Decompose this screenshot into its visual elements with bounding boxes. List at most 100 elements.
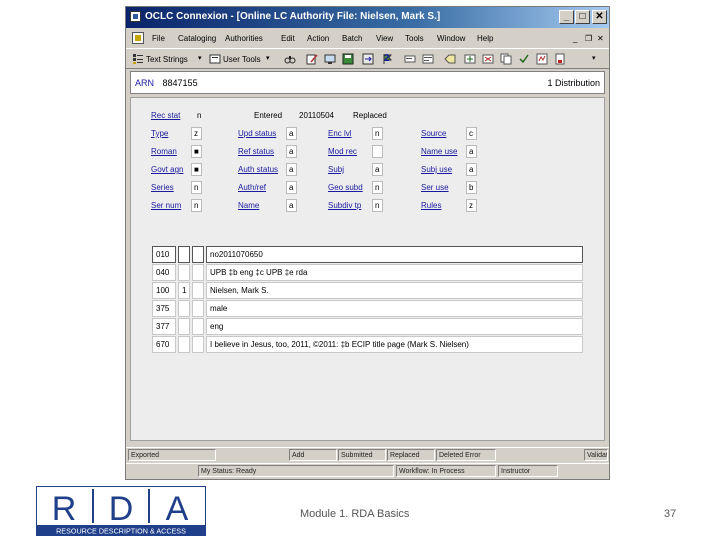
ff-box[interactable] bbox=[372, 145, 383, 158]
ff-value-roman[interactable]: ■ bbox=[194, 147, 199, 156]
delete-icon[interactable] bbox=[482, 53, 494, 65]
ff-value-govt-agn[interactable]: ■ bbox=[194, 165, 199, 174]
doc-minimize-button[interactable]: _ bbox=[573, 34, 577, 43]
ff-value-name[interactable]: a bbox=[289, 201, 293, 210]
field-data[interactable]: eng bbox=[206, 318, 583, 335]
field-ind1[interactable] bbox=[178, 246, 190, 263]
menu-cataloging[interactable]: Cataloging bbox=[178, 34, 216, 43]
insert-icon[interactable] bbox=[464, 53, 476, 65]
user-tools-dropdown[interactable]: ▾ bbox=[266, 54, 270, 62]
ff-label-roman[interactable]: Roman bbox=[151, 147, 177, 156]
label-icon[interactable] bbox=[404, 53, 416, 65]
menu-view[interactable]: View bbox=[376, 34, 393, 43]
close-button[interactable]: ✕ bbox=[592, 10, 607, 24]
ff-value-auth-status[interactable]: a bbox=[289, 165, 293, 174]
user-tools-icon[interactable] bbox=[209, 53, 221, 65]
ff-value-rec-stat[interactable]: n bbox=[197, 111, 201, 120]
ff-label-type[interactable]: Type bbox=[151, 129, 168, 138]
field-data[interactable]: I believe in Jesus, too, 2011, ©2011: ‡b… bbox=[206, 336, 583, 353]
ff-label-name-use[interactable]: Name use bbox=[421, 147, 457, 156]
field-ind2[interactable] bbox=[192, 246, 204, 263]
display-icon[interactable] bbox=[324, 53, 336, 65]
ff-label-auth-ref[interactable]: Auth/ref bbox=[238, 183, 266, 192]
toolbar-overflow[interactable]: ▾ bbox=[592, 54, 596, 62]
ff-label-mod-rec[interactable]: Mod rec bbox=[328, 147, 357, 156]
ff-value-subj-use[interactable]: a bbox=[469, 165, 473, 174]
ff-value-series[interactable]: n bbox=[194, 183, 198, 192]
field-tag[interactable]: 010 bbox=[152, 246, 176, 263]
edit-icon[interactable] bbox=[306, 53, 318, 65]
field-ind2[interactable] bbox=[192, 318, 204, 335]
workflow-icon[interactable] bbox=[536, 53, 548, 65]
menu-file[interactable]: File bbox=[152, 34, 165, 43]
field-row-100[interactable]: 100 1 Nielsen, Mark S. bbox=[152, 282, 583, 299]
field-ind2[interactable] bbox=[192, 282, 204, 299]
doc-close-button[interactable]: ✕ bbox=[597, 34, 604, 43]
ff-label-ser-use[interactable]: Ser use bbox=[421, 183, 449, 192]
replace-icon[interactable] bbox=[362, 53, 374, 65]
ff-label-series[interactable]: Series bbox=[151, 183, 174, 192]
ff-label-subdiv-tp[interactable]: Subdiv tp bbox=[328, 201, 361, 210]
ff-value-ser-use[interactable]: b bbox=[469, 183, 473, 192]
field-tag[interactable]: 100 bbox=[152, 282, 176, 299]
ff-label-subj-use[interactable]: Subj use bbox=[421, 165, 452, 174]
ff-value-subj[interactable]: a bbox=[375, 165, 379, 174]
ff-label-upd-status[interactable]: Upd status bbox=[238, 129, 276, 138]
field-ind1[interactable] bbox=[178, 318, 190, 335]
ff-label-rules[interactable]: Rules bbox=[421, 201, 441, 210]
menu-action[interactable]: Action bbox=[307, 34, 329, 43]
validate-icon[interactable] bbox=[518, 53, 530, 65]
text-strings-icon[interactable] bbox=[132, 53, 144, 65]
menu-help[interactable]: Help bbox=[477, 34, 493, 43]
ff-label-geo-subd[interactable]: Geo subd bbox=[328, 183, 363, 192]
menu-tools[interactable]: Tools bbox=[405, 34, 424, 43]
menu-batch[interactable]: Batch bbox=[342, 34, 362, 43]
title-bar[interactable]: OCLC Connexion - [Online LC Authority Fi… bbox=[126, 7, 609, 28]
field-ind1[interactable]: 1 bbox=[178, 282, 190, 299]
text-strings-label[interactable]: Text Strings bbox=[146, 55, 188, 64]
ff-label-rec-stat[interactable]: Rec stat bbox=[151, 111, 180, 120]
field-ind1[interactable] bbox=[178, 300, 190, 317]
minimize-button[interactable]: _ bbox=[559, 10, 574, 24]
menu-authorities[interactable]: Authorities bbox=[225, 34, 263, 43]
field-data[interactable]: UPB ‡b eng ‡c UPB ‡e rda bbox=[206, 264, 583, 281]
ff-label-ref-status[interactable]: Ref status bbox=[238, 147, 274, 156]
field-ind1[interactable] bbox=[178, 264, 190, 281]
field-tag[interactable]: 375 bbox=[152, 300, 176, 317]
menu-edit[interactable]: Edit bbox=[281, 34, 295, 43]
ff-value-subdiv-tp[interactable]: n bbox=[375, 201, 379, 210]
maximize-button[interactable]: □ bbox=[575, 10, 590, 24]
ff-label-subj[interactable]: Subj bbox=[328, 165, 344, 174]
ldr-icon[interactable] bbox=[422, 53, 434, 65]
doc-restore-button[interactable]: ❐ bbox=[585, 34, 592, 43]
ff-value-upd-status[interactable]: a bbox=[289, 129, 293, 138]
field-row-040[interactable]: 040 UPB ‡b eng ‡c UPB ‡e rda bbox=[152, 264, 583, 281]
ff-label-source[interactable]: Source bbox=[421, 129, 446, 138]
ff-label-govt-agn[interactable]: Govt agn bbox=[151, 165, 183, 174]
field-ind2[interactable] bbox=[192, 264, 204, 281]
field-tag[interactable]: 377 bbox=[152, 318, 176, 335]
field-ind2[interactable] bbox=[192, 300, 204, 317]
ff-value-source[interactable]: c bbox=[469, 129, 473, 138]
ff-label-auth-status[interactable]: Auth status bbox=[238, 165, 278, 174]
field-row-670[interactable]: 670 I believe in Jesus, too, 2011, ©2011… bbox=[152, 336, 583, 353]
ff-label-enc-lvl[interactable]: Enc lvl bbox=[328, 129, 352, 138]
ff-value-auth-ref[interactable]: a bbox=[289, 183, 293, 192]
field-ind1[interactable] bbox=[178, 336, 190, 353]
app-icon[interactable] bbox=[130, 11, 141, 22]
ff-value-ser-num[interactable]: n bbox=[194, 201, 198, 210]
menu-window[interactable]: Window bbox=[437, 34, 465, 43]
ff-value-ref-status[interactable]: a bbox=[289, 147, 293, 156]
field-row-377[interactable]: 377 eng bbox=[152, 318, 583, 335]
user-tools-label[interactable]: User Tools bbox=[223, 55, 261, 64]
ff-value-rules[interactable]: z bbox=[469, 201, 473, 210]
tag-icon[interactable] bbox=[444, 53, 456, 65]
number-2-icon[interactable]: 2 bbox=[384, 53, 390, 64]
field-data[interactable]: no2011070650 bbox=[206, 246, 583, 263]
save-icon[interactable] bbox=[342, 53, 354, 65]
ff-label-ser-num[interactable]: Ser num bbox=[151, 201, 181, 210]
field-tag[interactable]: 040 bbox=[152, 264, 176, 281]
ff-value-geo-subd[interactable]: n bbox=[375, 183, 379, 192]
field-ind2[interactable] bbox=[192, 336, 204, 353]
field-data[interactable]: male bbox=[206, 300, 583, 317]
